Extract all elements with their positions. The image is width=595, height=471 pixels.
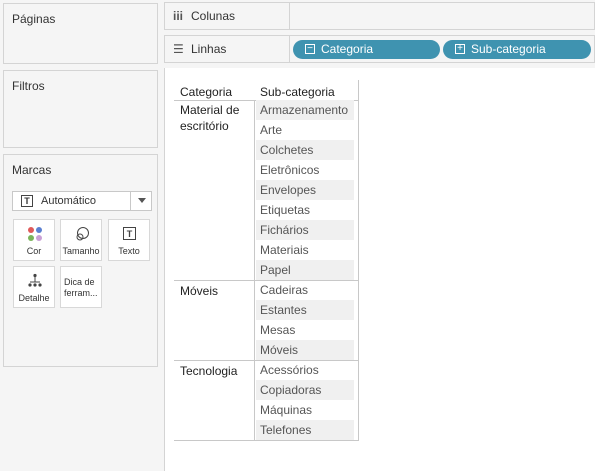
table-row[interactable]: Armazenamento — [256, 100, 354, 120]
mark-type-dropdown[interactable]: T Automático — [12, 191, 152, 211]
tooltip-label: Dica de ferram... — [64, 277, 98, 298]
pill-label: Categoria — [321, 42, 374, 56]
tooltip-button[interactable]: Dica de ferram... — [60, 266, 102, 308]
column-divider — [254, 100, 255, 440]
marks-card: Marcas T Automático Cor Tamanho T Texto … — [3, 154, 158, 367]
table-row[interactable]: Materiais — [256, 240, 354, 260]
columns-icon: iii — [173, 9, 184, 23]
table-row[interactable]: Cadeiras — [256, 280, 354, 300]
text-t-icon: T — [21, 195, 33, 207]
category-cell[interactable]: Móveis — [180, 283, 252, 299]
table-row[interactable]: Copiadoras — [256, 380, 354, 400]
detail-label: Detalhe — [18, 293, 50, 303]
text-button[interactable]: T Texto — [108, 219, 150, 261]
table-row[interactable]: Acessórios — [256, 360, 354, 380]
columns-shelf[interactable]: iii Colunas — [164, 2, 595, 30]
color-dots-icon — [28, 227, 42, 241]
table-row[interactable]: Telefones — [256, 420, 354, 440]
table-row[interactable]: Colchetes — [256, 140, 354, 160]
table-row[interactable]: Etiquetas — [256, 200, 354, 220]
text-t-icon: T — [123, 227, 136, 240]
columns-label-text: Colunas — [191, 9, 236, 23]
size-label: Tamanho — [62, 246, 100, 256]
table-bottom-border — [174, 440, 359, 441]
chevron-down-icon[interactable] — [138, 198, 146, 203]
pill-sub-categoria[interactable]: + Sub-categoria — [443, 40, 591, 59]
pill-label: Sub-categoria — [471, 42, 546, 56]
color-label: Cor — [26, 246, 42, 256]
svg-text:T: T — [127, 229, 133, 239]
expand-plus-icon[interactable]: + — [455, 44, 465, 54]
header-sub-categoria[interactable]: Sub-categoria — [260, 85, 335, 99]
table-row[interactable]: Máquinas — [256, 400, 354, 420]
pill-categoria[interactable]: − Categoria — [293, 40, 440, 59]
columns-shelf-label: iii Colunas — [173, 9, 235, 23]
table-row[interactable]: Envelopes — [256, 180, 354, 200]
category-cell[interactable]: Tecnologia — [180, 363, 252, 379]
marks-title: Marcas — [12, 163, 52, 177]
dropdown-divider — [130, 192, 131, 210]
header-categoria[interactable]: Categoria — [180, 85, 232, 99]
table-row[interactable]: Móveis — [256, 340, 354, 360]
color-button[interactable]: Cor — [13, 219, 55, 261]
rows-shelf[interactable]: ☰ Linhas − Categoria + Sub-categoria — [164, 35, 595, 63]
table-row[interactable]: Arte — [256, 120, 354, 140]
text-label: Texto — [118, 246, 140, 256]
collapse-minus-icon[interactable]: − — [305, 44, 315, 54]
filters-title: Filtros — [12, 79, 45, 93]
rows-shelf-label: ☰ Linhas — [173, 42, 226, 56]
mark-type-label: Automático — [41, 195, 97, 207]
table-row[interactable]: Papel — [256, 260, 354, 280]
table-row[interactable]: Eletrônicos — [256, 160, 354, 180]
shelf-divider — [289, 36, 290, 62]
table-row[interactable]: Estantes — [256, 300, 354, 320]
shelf-divider — [289, 3, 290, 29]
pages-title: Páginas — [12, 12, 56, 26]
pages-card[interactable]: Páginas — [3, 3, 158, 64]
rows-icon: ☰ — [173, 42, 184, 56]
category-cell[interactable]: Material de escritório — [180, 102, 252, 134]
detail-hierarchy-icon — [28, 273, 42, 287]
detail-button[interactable]: Detalhe — [13, 266, 55, 308]
filters-card[interactable]: Filtros — [3, 70, 158, 148]
table-right-border — [358, 80, 359, 440]
table-row[interactable]: Fichários — [256, 220, 354, 240]
size-circles-icon — [76, 227, 89, 241]
rows-label-text: Linhas — [191, 42, 227, 56]
size-button[interactable]: Tamanho — [60, 219, 102, 261]
table-row[interactable]: Mesas — [256, 320, 354, 340]
tableau-workspace: Páginas Filtros Marcas T Automático Cor — [0, 0, 595, 471]
